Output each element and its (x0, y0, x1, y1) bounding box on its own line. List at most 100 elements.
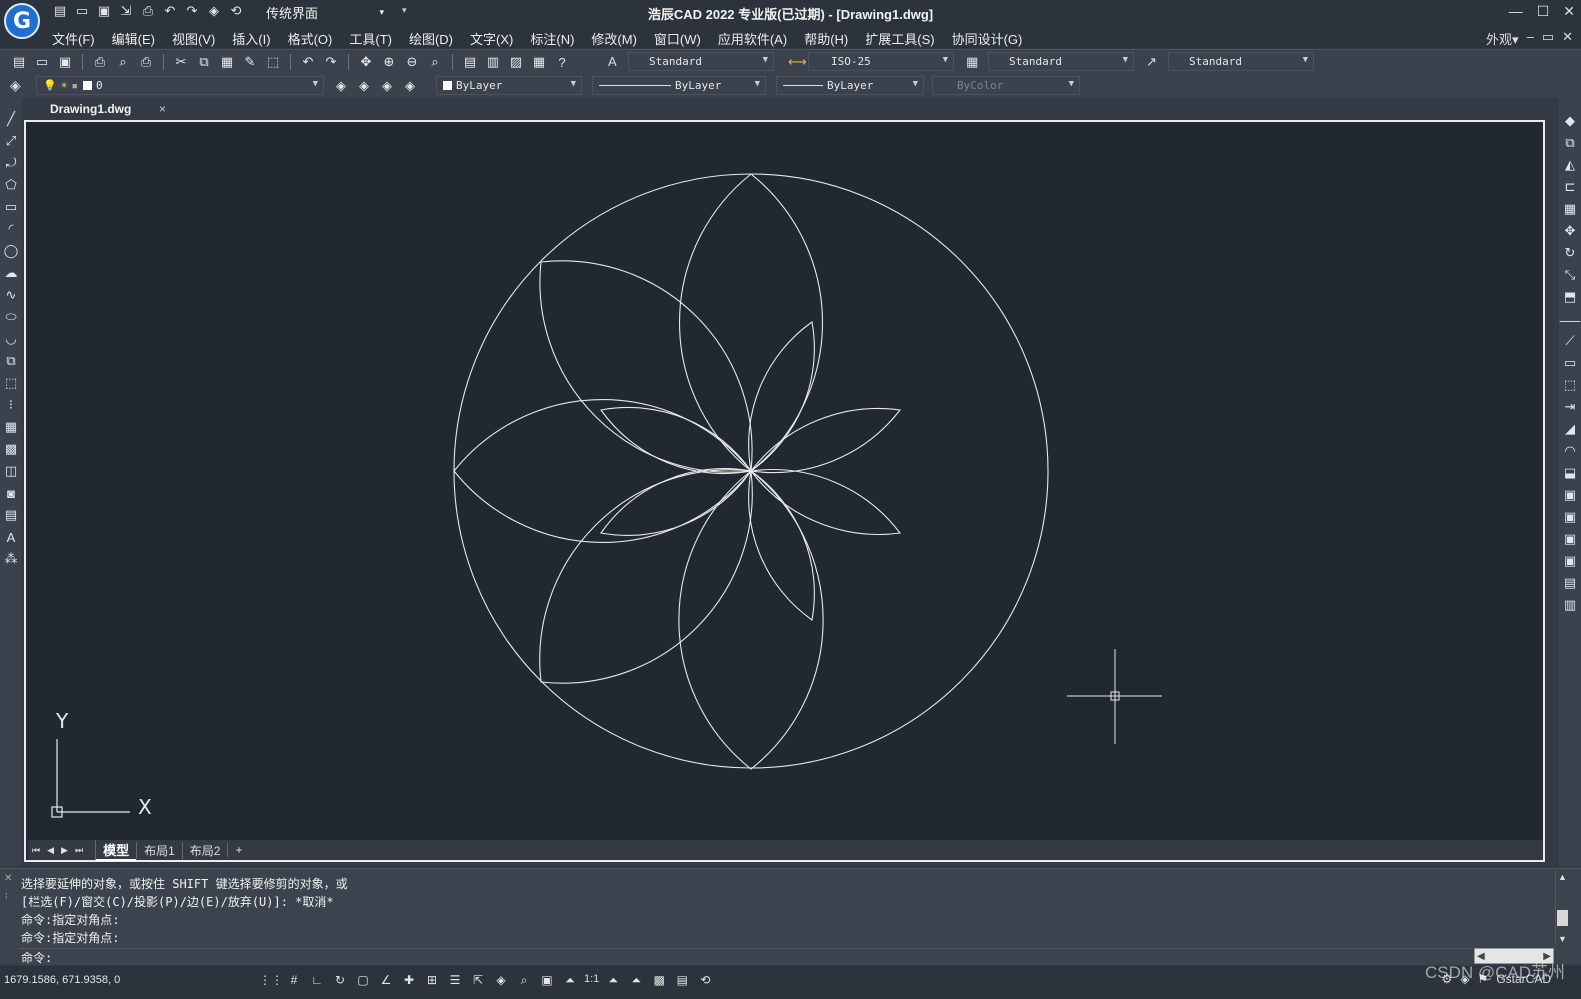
construction-line-icon[interactable]: ⤢ (2, 132, 20, 150)
line-icon[interactable]: ╱ (2, 110, 20, 128)
circle-icon[interactable]: ◯ (2, 242, 20, 260)
cut-icon[interactable]: ✂ (172, 53, 190, 71)
first-layout-icon[interactable]: ⏮ (32, 845, 40, 856)
appearance-menu[interactable]: 外观▾ (1486, 29, 1519, 48)
auto-scale-icon[interactable]: ⏶ (627, 971, 645, 989)
workspace-icon[interactable]: ⟲ (228, 3, 244, 19)
array-icon[interactable]: ▦ (1561, 200, 1579, 218)
lineweight-icon[interactable]: ☰ (446, 971, 464, 989)
gradient-icon[interactable]: ▩ (2, 440, 20, 458)
tool-palette-icon[interactable]: ▨ (507, 53, 525, 71)
help-icon[interactable]: ? (553, 53, 571, 71)
draw-order-back-icon[interactable]: ▣ (1561, 508, 1579, 526)
menu-item[interactable]: 应用软件(A) (718, 29, 796, 48)
print-preview-icon[interactable]: ⌕ (114, 53, 132, 71)
layers-icon[interactable]: ◈ (206, 3, 222, 19)
zoom-previous-icon[interactable]: ⌕ (426, 53, 444, 71)
spline-icon[interactable]: ∿ (2, 286, 20, 304)
maximize-icon[interactable]: ☐ (1537, 3, 1550, 20)
break-at-point-icon[interactable]: ▭ (1561, 354, 1579, 372)
new-file-icon[interactable]: ▤ (52, 3, 68, 19)
draw-order-front-icon[interactable]: ▣ (1561, 486, 1579, 504)
block-editor-icon[interactable]: ⬚ (264, 53, 282, 71)
polar-tracking-icon[interactable]: ↻ (331, 971, 349, 989)
command-customize-icon[interactable]: ⁞ (5, 891, 8, 901)
tab-layout1[interactable]: 布局1 (136, 841, 182, 859)
menu-item[interactable]: 帮助(H) (804, 29, 857, 48)
arc-icon[interactable]: ◜ (2, 220, 20, 238)
new-icon[interactable]: ▤ (10, 53, 28, 71)
document-tab[interactable]: Drawing1.dwg × (38, 100, 166, 120)
table-style-select[interactable]: Standard ▼ (988, 52, 1134, 71)
selection-cycling-icon[interactable]: ⇱ (469, 971, 487, 989)
paste-icon[interactable]: ▦ (218, 53, 236, 71)
tab-layout2[interactable]: 布局2 (181, 841, 228, 859)
workspace-select[interactable]: 传统界面 ▾ (266, 3, 388, 22)
menu-item[interactable]: 编辑(E) (112, 29, 164, 48)
rotate-icon[interactable]: ↻ (1561, 244, 1579, 262)
offset-icon[interactable]: ⊏ (1561, 178, 1579, 196)
menu-item[interactable]: 协同设计(G) (952, 29, 1032, 48)
annotation-visibility-icon[interactable]: ⏶ (604, 971, 622, 989)
layer-select[interactable]: 💡 ☀ ▪ 0 ▼ (36, 76, 324, 95)
print-icon[interactable]: ⎙ (140, 3, 156, 19)
text-to-front-icon[interactable]: ▤ (1561, 574, 1579, 592)
add-layout-button[interactable]: + (227, 843, 249, 857)
plot-icon[interactable]: ⎙ (137, 53, 155, 71)
grid-icon[interactable]: # (285, 971, 303, 989)
fillet-icon[interactable]: ◠ (1561, 442, 1579, 460)
app-logo[interactable]: G (4, 3, 40, 39)
open-icon[interactable]: ▭ (33, 53, 51, 71)
menu-item[interactable]: 绘图(D) (409, 29, 462, 48)
layer-status-icon[interactable]: ◈ (492, 971, 510, 989)
ellipse-arc-icon[interactable]: ◡ (2, 330, 20, 348)
petal[interactable] (600, 406, 752, 475)
petal[interactable] (750, 407, 902, 474)
wipeout-icon[interactable]: ◙ (2, 484, 20, 502)
plotstyle-select[interactable]: ByColor ▼ (932, 76, 1080, 95)
zoom-status-icon[interactable]: ⌕ (515, 971, 533, 989)
petal[interactable] (750, 469, 902, 535)
calculator-icon[interactable]: ▦ (530, 53, 548, 71)
command-close-icon[interactable]: ✕ (4, 873, 12, 884)
close-icon[interactable]: ✕ (1563, 3, 1575, 20)
layer-previous-icon[interactable]: ◈ (332, 77, 350, 95)
insert-block-icon[interactable]: ⧉ (2, 352, 20, 370)
snap-tracking-icon[interactable]: ∠ (377, 971, 395, 989)
make-block-icon[interactable]: ⬚ (2, 374, 20, 392)
layer-isolate-icon[interactable]: ◈ (378, 77, 396, 95)
multileader-style-select[interactable]: Standard ▼ (1168, 52, 1314, 71)
stretch-icon[interactable]: ⬒ (1561, 288, 1579, 306)
undo-icon[interactable]: ↶ (299, 53, 317, 71)
layer-match-icon[interactable]: ◈ (401, 77, 419, 95)
quick-properties-icon[interactable]: ▤ (673, 971, 691, 989)
ortho-icon[interactable]: ∟ (308, 971, 326, 989)
doc-close-icon[interactable]: ✕ (1562, 29, 1573, 48)
scale-icon[interactable]: ⤡ (1561, 266, 1579, 284)
add-selected-icon[interactable]: ⁂ (2, 550, 20, 568)
customize-icon[interactable]: ▾ (402, 5, 407, 16)
scroll-down-icon[interactable]: ▼ (1558, 934, 1567, 944)
ellipse-icon[interactable]: ⬭ (2, 308, 20, 326)
clean-screen-icon[interactable]: ⟲ (696, 971, 714, 989)
command-scrollbar[interactable]: ▲ ▼ (1555, 870, 1569, 948)
viewport-icon[interactable]: ▣ (538, 971, 556, 989)
join-icon[interactable]: ⇥ (1561, 398, 1579, 416)
scroll-up-icon[interactable]: ▲ (1558, 872, 1567, 882)
polyline-icon[interactable]: ⤾ (2, 154, 20, 172)
spell-check-icon[interactable]: ▥ (1561, 596, 1579, 614)
zoom-realtime-icon[interactable]: ⊕ (380, 53, 398, 71)
snap-mode-icon[interactable]: ⋮⋮ (259, 971, 283, 989)
prev-layout-icon[interactable]: ◀ (47, 845, 54, 856)
color-select[interactable]: ByLayer ▼ (436, 76, 582, 95)
pan-icon[interactable]: ✥ (357, 53, 375, 71)
menu-item[interactable]: 窗口(W) (654, 29, 710, 48)
point-icon[interactable]: ⁝ (2, 396, 20, 414)
rectangle-icon[interactable]: ▭ (2, 198, 20, 216)
dynamic-input-icon[interactable]: ⊞ (423, 971, 441, 989)
revision-cloud-icon[interactable]: ☁ (2, 264, 20, 282)
design-center-icon[interactable]: ▥ (484, 53, 502, 71)
petal[interactable] (748, 470, 815, 621)
layer-manager-icon[interactable]: ◈ (10, 77, 21, 94)
last-layout-icon[interactable]: ⏭ (75, 845, 83, 856)
